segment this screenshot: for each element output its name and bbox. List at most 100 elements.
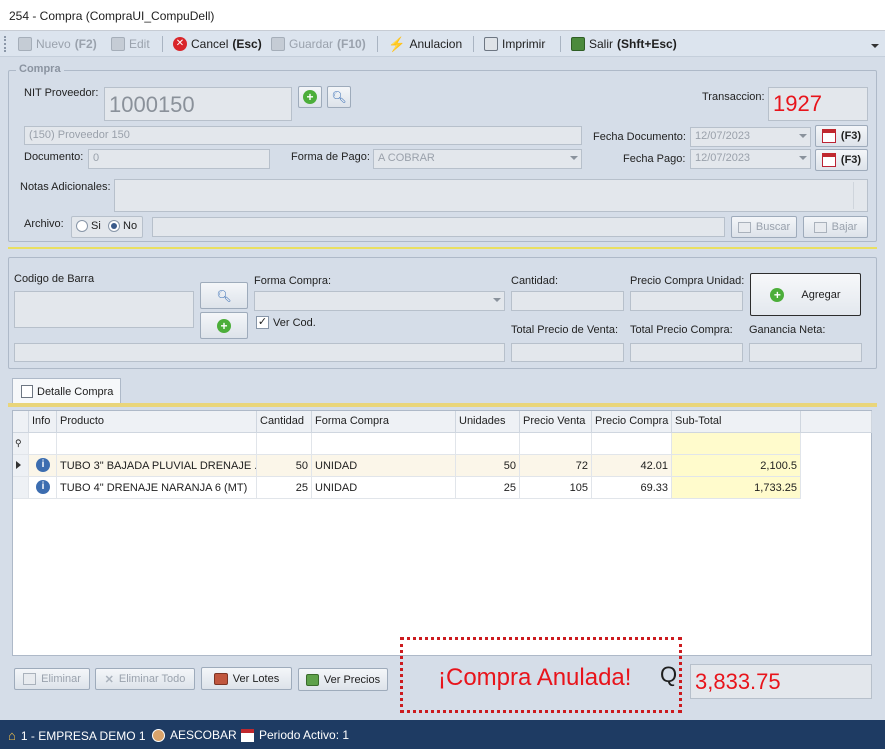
delete-all-icon: ✕ — [104, 673, 114, 686]
precio-venta-cell[interactable]: 72 — [520, 455, 592, 477]
filter-cell[interactable] — [672, 433, 801, 455]
status-periodo[interactable]: Periodo Activo: 1 — [241, 728, 349, 742]
status-user[interactable]: AESCOBAR — [152, 728, 237, 742]
search-product-button[interactable]: 🔍︎ — [200, 282, 248, 309]
ver-precios-button[interactable]: Ver Precios — [298, 668, 388, 691]
documento-label: Documento: — [24, 151, 84, 163]
forma-compra-cell[interactable]: UNIDAD — [312, 477, 456, 499]
toolbar-separator — [473, 36, 474, 52]
info-cell[interactable]: i — [29, 455, 57, 477]
plus-icon: + — [770, 287, 785, 302]
toolbar-overflow-icon[interactable] — [871, 44, 879, 48]
grid-row-header-corner — [13, 411, 29, 433]
column-header-forma-compra[interactable]: Forma Compra — [312, 411, 456, 433]
fecha-pago-label: Fecha Pago: — [623, 153, 686, 165]
status-empresa[interactable]: ⌂ 1 - EMPRESA DEMO 1 — [8, 728, 146, 743]
search-proveedor-button[interactable]: 🔍︎ — [327, 86, 351, 108]
unidades-cell[interactable]: 25 — [456, 477, 520, 499]
forma-compra-label: Forma Compra: — [254, 275, 332, 287]
download-icon — [813, 221, 827, 233]
row-selector[interactable] — [13, 455, 29, 477]
cantidad-label: Cantidad: — [511, 275, 559, 287]
archivo-path-input[interactable] — [152, 217, 725, 237]
row-pointer-icon — [16, 461, 21, 469]
fecha-documento-input[interactable]: 12/07/2023 — [690, 127, 811, 147]
add-product-button[interactable]: + — [200, 312, 248, 339]
info-cell[interactable]: i — [29, 477, 57, 499]
nit-input[interactable]: 1000150 — [104, 87, 292, 121]
toolbar-separator — [377, 36, 378, 52]
sub-total-cell[interactable]: 2,100.5 — [672, 455, 801, 477]
radio-selected-icon — [108, 220, 120, 232]
agregar-button[interactable]: + Agregar — [750, 273, 861, 316]
column-header-unidades[interactable]: Unidades — [456, 411, 520, 433]
sub-total-cell[interactable]: 1,733.25 — [672, 477, 801, 499]
info-icon[interactable]: i — [36, 480, 50, 494]
filter-cell[interactable] — [520, 433, 592, 455]
total-compra-label: Total Precio Compra: — [630, 324, 733, 336]
column-header-cantidad[interactable]: Cantidad — [257, 411, 312, 433]
imprimir-button[interactable]: Imprimir — [484, 35, 545, 53]
tab-detalle-compra[interactable]: Detalle Compra — [12, 378, 121, 404]
anulacion-button[interactable]: ⚡ Anulacion — [388, 35, 462, 53]
total-compra-field — [630, 343, 743, 362]
precio-compra-cell[interactable]: 69.33 — [592, 477, 672, 499]
column-header-precio-compra[interactable]: Precio Compra — [592, 411, 672, 433]
filter-cell[interactable] — [312, 433, 456, 455]
fecha-pago-input[interactable]: 12/07/2023 — [690, 149, 811, 169]
precio-compra-cell[interactable]: 42.01 — [592, 455, 672, 477]
total-venta-label: Total Precio de Venta: — [511, 324, 619, 336]
forma-pago-select[interactable]: A COBRAR — [373, 149, 582, 169]
info-icon[interactable]: i — [36, 458, 50, 472]
bajar-button[interactable]: Bajar — [803, 216, 868, 238]
documento-input[interactable]: 0 — [88, 149, 270, 169]
eliminar-todo-button[interactable]: ✕ Eliminar Todo — [95, 668, 195, 690]
column-header-producto[interactable]: Producto — [57, 411, 257, 433]
producto-cell[interactable]: TUBO 3" BAJADA PLUVIAL DRENAJE ... — [57, 455, 257, 477]
unidades-cell[interactable]: 50 — [456, 455, 520, 477]
edit-button[interactable]: Edit — [111, 35, 150, 53]
codigo-barra-input[interactable] — [14, 291, 194, 328]
buscar-button[interactable]: Buscar — [731, 216, 797, 238]
filter-cell[interactable] — [592, 433, 672, 455]
ver-cod-checkbox[interactable]: ✓ Ver Cod. — [256, 316, 316, 329]
forma-compra-cell[interactable]: UNIDAD — [312, 455, 456, 477]
cantidad-cell[interactable]: 50 — [257, 455, 312, 477]
toolbar-separator — [162, 36, 163, 52]
column-header-info[interactable]: Info — [29, 411, 57, 433]
toolbar: Nuevo (F2) Edit ✕ Cancel (Esc) Guardar (F10… — [0, 31, 885, 57]
archivo-no-radio[interactable]: No — [108, 220, 137, 232]
currency-label: Q — [660, 662, 678, 687]
row-selector[interactable] — [13, 477, 29, 499]
search-icon: 🔍︎ — [331, 90, 347, 104]
producto-cell[interactable]: TUBO 4" DRENAJE NARANJA 6 (MT) — [57, 477, 257, 499]
cantidad-cell[interactable]: 25 — [257, 477, 312, 499]
forma-compra-select[interactable] — [254, 291, 505, 311]
add-proveedor-button[interactable]: + — [298, 86, 322, 108]
eliminar-button[interactable]: Eliminar — [14, 668, 90, 690]
radio-icon — [76, 220, 88, 232]
notas-textarea[interactable] — [114, 179, 868, 212]
filter-cell[interactable] — [456, 433, 520, 455]
calendar-icon — [821, 153, 836, 167]
ver-lotes-button[interactable]: Ver Lotes — [201, 667, 292, 690]
column-header-sub-total[interactable]: Sub-Total — [672, 411, 801, 433]
notas-scrollbar[interactable] — [853, 182, 865, 209]
precio-venta-cell[interactable]: 105 — [520, 477, 592, 499]
filter-cell[interactable] — [257, 433, 312, 455]
notas-label: Notas Adicionales: — [20, 181, 111, 193]
precio-unidad-input[interactable] — [630, 291, 743, 311]
column-header-precio-venta[interactable]: Precio Venta — [520, 411, 592, 433]
nuevo-button[interactable]: Nuevo (F2) — [18, 35, 97, 53]
cancel-button[interactable]: ✕ Cancel (Esc) — [173, 35, 262, 53]
guardar-button[interactable]: Guardar (F10) — [271, 35, 366, 53]
archivo-si-radio[interactable]: Si — [76, 220, 101, 232]
filter-cell[interactable] — [57, 433, 257, 455]
salir-button[interactable]: Salir (Shft+Esc) — [571, 35, 677, 53]
cantidad-input[interactable] — [511, 291, 624, 311]
fecha-pago-calendar-button[interactable]: (F3) — [815, 149, 868, 171]
total-field: 3,833.75 — [690, 664, 872, 699]
cancel-icon: ✕ — [173, 37, 187, 51]
fecha-documento-calendar-button[interactable]: (F3) — [815, 125, 868, 147]
filter-cell[interactable] — [29, 433, 57, 455]
